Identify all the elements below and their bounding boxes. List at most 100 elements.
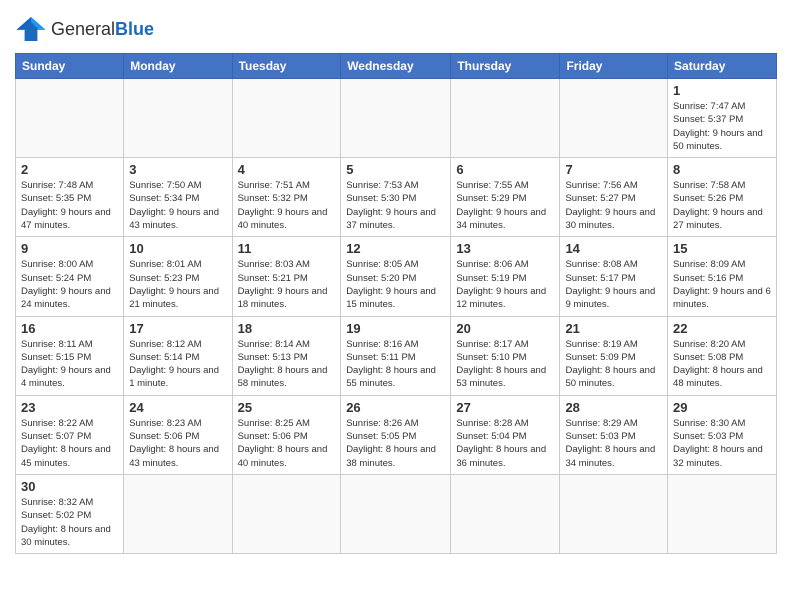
calendar-week-row: 16 Sunrise: 8:11 AM Sunset: 5:15 PM Dayli…	[16, 316, 777, 395]
day-number: 8	[673, 162, 771, 177]
day-number: 3	[129, 162, 226, 177]
calendar-cell: 4 Sunrise: 7:51 AM Sunset: 5:32 PM Daylig…	[232, 158, 341, 237]
day-info: Sunrise: 8:12 AM Sunset: 5:14 PM Dayligh…	[129, 338, 226, 391]
calendar-week-row: 2 Sunrise: 7:48 AM Sunset: 5:35 PM Daylig…	[16, 158, 777, 237]
day-info: Sunrise: 7:55 AM Sunset: 5:29 PM Dayligh…	[456, 179, 554, 232]
calendar-cell: 28Sunrise: 8:29 AM Sunset: 5:03 PM Dayli…	[560, 395, 668, 474]
calendar-cell: 14 Sunrise: 8:08 AM Sunset: 5:17 PM Dayli…	[560, 237, 668, 316]
day-number: 30	[21, 479, 118, 494]
day-info: Sunrise: 7:53 AM Sunset: 5:30 PM Dayligh…	[346, 179, 445, 232]
day-info: Sunrise: 8:03 AM Sunset: 5:21 PM Dayligh…	[238, 258, 336, 311]
col-saturday: Saturday	[668, 54, 777, 79]
calendar-cell: 12 Sunrise: 8:05 AM Sunset: 5:20 PM Dayli…	[341, 237, 451, 316]
day-info: Sunrise: 8:26 AM Sunset: 5:05 PM Dayligh…	[346, 417, 445, 470]
calendar-cell: 20 Sunrise: 8:17 AM Sunset: 5:10 PM Dayli…	[451, 316, 560, 395]
calendar-cell	[560, 79, 668, 158]
day-info: Sunrise: 8:16 AM Sunset: 5:11 PM Dayligh…	[346, 338, 445, 391]
day-info: Sunrise: 8:32 AM Sunset: 5:02 PM Dayligh…	[21, 496, 118, 549]
logo-icon	[15, 15, 47, 43]
logo: GeneralBlue	[15, 15, 154, 43]
calendar-cell: 10 Sunrise: 8:01 AM Sunset: 5:23 PM Dayli…	[124, 237, 232, 316]
day-info: Sunrise: 8:11 AM Sunset: 5:15 PM Dayligh…	[21, 338, 118, 391]
col-thursday: Thursday	[451, 54, 560, 79]
day-info: Sunrise: 8:28 AM Sunset: 5:04 PM Dayligh…	[456, 417, 554, 470]
logo-text: GeneralBlue	[51, 19, 154, 40]
calendar-cell	[124, 474, 232, 553]
calendar: Sunday Monday Tuesday Wednesday Thursday…	[15, 53, 777, 554]
calendar-cell	[341, 79, 451, 158]
col-wednesday: Wednesday	[341, 54, 451, 79]
calendar-cell	[451, 474, 560, 553]
day-number: 5	[346, 162, 445, 177]
day-info: Sunrise: 8:23 AM Sunset: 5:06 PM Dayligh…	[129, 417, 226, 470]
calendar-cell: 29Sunrise: 8:30 AM Sunset: 5:03 PM Dayli…	[668, 395, 777, 474]
calendar-week-row: 23 Sunrise: 8:22 AM Sunset: 5:07 PM Dayli…	[16, 395, 777, 474]
calendar-cell: 11 Sunrise: 8:03 AM Sunset: 5:21 PM Dayli…	[232, 237, 341, 316]
calendar-cell: 2 Sunrise: 7:48 AM Sunset: 5:35 PM Daylig…	[16, 158, 124, 237]
day-number: 27	[456, 400, 554, 415]
day-number: 2	[21, 162, 118, 177]
day-info: Sunrise: 8:17 AM Sunset: 5:10 PM Dayligh…	[456, 338, 554, 391]
day-info: Sunrise: 7:56 AM Sunset: 5:27 PM Dayligh…	[565, 179, 662, 232]
day-info: Sunrise: 7:51 AM Sunset: 5:32 PM Dayligh…	[238, 179, 336, 232]
day-number: 4	[238, 162, 336, 177]
calendar-cell	[232, 474, 341, 553]
day-number: 16	[21, 321, 118, 336]
day-info: Sunrise: 8:25 AM Sunset: 5:06 PM Dayligh…	[238, 417, 336, 470]
day-number: 23	[21, 400, 118, 415]
day-number: 10	[129, 241, 226, 256]
day-info: Sunrise: 8:22 AM Sunset: 5:07 PM Dayligh…	[21, 417, 118, 470]
day-number: 12	[346, 241, 445, 256]
day-number: 24	[129, 400, 226, 415]
page: GeneralBlue Sunday Monday Tuesday Wednes…	[0, 0, 792, 612]
calendar-cell: 16 Sunrise: 8:11 AM Sunset: 5:15 PM Dayli…	[16, 316, 124, 395]
day-info: Sunrise: 8:19 AM Sunset: 5:09 PM Dayligh…	[565, 338, 662, 391]
calendar-cell: 24 Sunrise: 8:23 AM Sunset: 5:06 PM Dayli…	[124, 395, 232, 474]
day-number: 6	[456, 162, 554, 177]
col-monday: Monday	[124, 54, 232, 79]
logo-general: General	[51, 19, 115, 39]
calendar-cell: 7 Sunrise: 7:56 AM Sunset: 5:27 PM Daylig…	[560, 158, 668, 237]
day-number: 28	[565, 400, 662, 415]
calendar-cell: 27 Sunrise: 8:28 AM Sunset: 5:04 PM Dayli…	[451, 395, 560, 474]
day-number: 22	[673, 321, 771, 336]
day-info: Sunrise: 8:01 AM Sunset: 5:23 PM Dayligh…	[129, 258, 226, 311]
calendar-cell: 19 Sunrise: 8:16 AM Sunset: 5:11 PM Dayli…	[341, 316, 451, 395]
day-info: Sunrise: 7:50 AM Sunset: 5:34 PM Dayligh…	[129, 179, 226, 232]
day-number: 1	[673, 83, 771, 98]
calendar-cell	[232, 79, 341, 158]
calendar-week-row: 30 Sunrise: 8:32 AM Sunset: 5:02 PM Dayli…	[16, 474, 777, 553]
day-info: Sunrise: 8:08 AM Sunset: 5:17 PM Dayligh…	[565, 258, 662, 311]
day-number: 19	[346, 321, 445, 336]
calendar-cell: 25 Sunrise: 8:25 AM Sunset: 5:06 PM Dayli…	[232, 395, 341, 474]
day-info: Sunrise: 8:06 AM Sunset: 5:19 PM Dayligh…	[456, 258, 554, 311]
calendar-cell	[124, 79, 232, 158]
calendar-cell: 13Sunrise: 8:06 AM Sunset: 5:19 PM Dayli…	[451, 237, 560, 316]
day-number: 14	[565, 241, 662, 256]
calendar-cell: 23 Sunrise: 8:22 AM Sunset: 5:07 PM Dayli…	[16, 395, 124, 474]
day-info: Sunrise: 8:05 AM Sunset: 5:20 PM Dayligh…	[346, 258, 445, 311]
day-number: 21	[565, 321, 662, 336]
calendar-week-row: 9Sunrise: 8:00 AM Sunset: 5:24 PM Daylig…	[16, 237, 777, 316]
day-info: Sunrise: 8:30 AM Sunset: 5:03 PM Dayligh…	[673, 417, 771, 470]
day-number: 25	[238, 400, 336, 415]
day-number: 26	[346, 400, 445, 415]
day-number: 20	[456, 321, 554, 336]
day-number: 9	[21, 241, 118, 256]
logo-blue: Blue	[115, 19, 154, 39]
col-tuesday: Tuesday	[232, 54, 341, 79]
calendar-cell: 15 Sunrise: 8:09 AM Sunset: 5:16 PM Dayli…	[668, 237, 777, 316]
calendar-cell: 30 Sunrise: 8:32 AM Sunset: 5:02 PM Dayli…	[16, 474, 124, 553]
calendar-cell: 3 Sunrise: 7:50 AM Sunset: 5:34 PM Daylig…	[124, 158, 232, 237]
calendar-cell: 8Sunrise: 7:58 AM Sunset: 5:26 PM Daylig…	[668, 158, 777, 237]
header: GeneralBlue	[15, 15, 777, 43]
day-info: Sunrise: 7:48 AM Sunset: 5:35 PM Dayligh…	[21, 179, 118, 232]
day-number: 11	[238, 241, 336, 256]
day-number: 7	[565, 162, 662, 177]
day-number: 15	[673, 241, 771, 256]
calendar-cell: 17 Sunrise: 8:12 AM Sunset: 5:14 PM Dayli…	[124, 316, 232, 395]
calendar-cell	[451, 79, 560, 158]
day-info: Sunrise: 8:09 AM Sunset: 5:16 PM Dayligh…	[673, 258, 771, 311]
day-number: 18	[238, 321, 336, 336]
day-number: 17	[129, 321, 226, 336]
